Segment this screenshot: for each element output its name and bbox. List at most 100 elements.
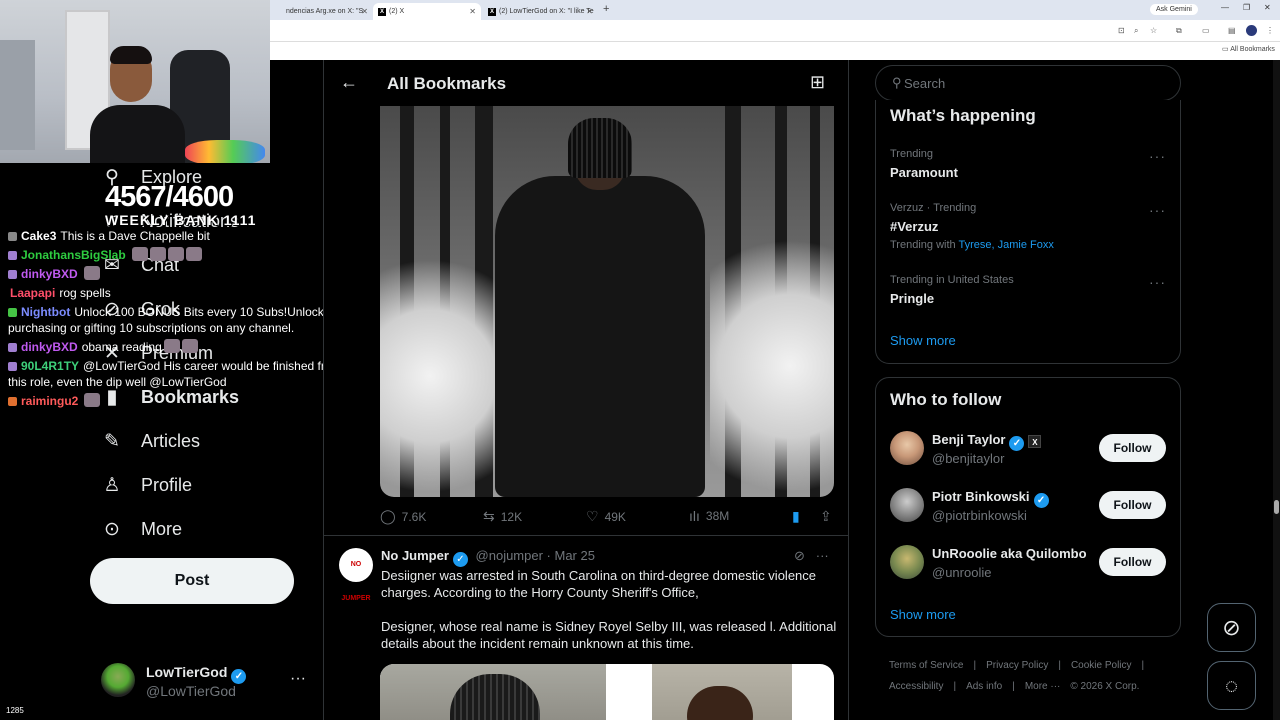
address-bar[interactable] (270, 20, 1280, 42)
share-icon: ⇪ (820, 508, 832, 524)
footer-link[interactable]: Terms of Service (889, 660, 963, 671)
follow-name[interactable]: Piotr Binkowski ✓ (932, 489, 1049, 508)
chat-username: dinkyBXD (21, 340, 78, 354)
browser-tab[interactable]: X (2) LowTierGod on X: "I like Te ✕ (483, 3, 598, 20)
new-tab-button[interactable]: + (603, 3, 609, 15)
chat-text: This is a Dave Chappelle bit (60, 229, 210, 243)
chat-text: rog spells (59, 286, 111, 300)
nav-more[interactable]: ⊙ More (100, 518, 182, 541)
chat-emote-icon (163, 339, 180, 353)
browser-tab-bar: ndencias Arg.xe on X: "S ✕ X (2) X ✕ X (2) L… (270, 0, 1280, 20)
show-more-link[interactable]: Show more (890, 607, 956, 622)
trend-meta: Trending (890, 148, 934, 160)
menu-dots-icon[interactable]: ⋮ (1266, 26, 1274, 35)
tweet-photo[interactable] (380, 664, 834, 720)
avatar[interactable] (890, 488, 924, 522)
trend-name[interactable]: Pringle (890, 291, 934, 306)
close-icon[interactable]: ✕ (469, 7, 476, 16)
close-icon[interactable]: ✕ (361, 7, 368, 16)
nav-label: Profile (141, 475, 193, 495)
chat-fab-button[interactable]: ◌ (1207, 661, 1256, 710)
grok-fab-button[interactable]: ⊘ (1207, 603, 1256, 652)
views-button[interactable]: ılı 38M (689, 508, 729, 524)
more-dots-icon[interactable]: ··· (1149, 202, 1166, 218)
grok-icon[interactable]: ⊘ (794, 548, 805, 563)
avatar[interactable] (101, 663, 135, 697)
browser-tab[interactable]: ndencias Arg.xe on X: "S ✕ (270, 3, 373, 20)
tweet-photo[interactable] (380, 106, 834, 497)
avatar[interactable] (890, 545, 924, 579)
avatar[interactable]: NO JUMPER (339, 548, 373, 602)
more-dots-icon[interactable]: ··· (290, 670, 306, 688)
more-dots-icon[interactable]: ··· (816, 548, 829, 563)
reply-button[interactable]: ◯ 7.6K (380, 508, 426, 525)
post-button[interactable]: Post (90, 558, 294, 604)
scrollbar[interactable] (1273, 60, 1280, 720)
browser-tab-active[interactable]: X (2) X ✕ (373, 3, 481, 20)
follow-name[interactable]: UnRooolie aka Quilombo (932, 546, 1087, 561)
footer-link[interactable]: Ads info (966, 681, 1002, 692)
verified-badge-icon: ✓ (1009, 436, 1025, 451)
install-icon[interactable]: ⊡ (1118, 26, 1125, 35)
trend-meta: Trending in United States (890, 274, 1014, 286)
divider (324, 535, 848, 536)
nav-profile[interactable]: ♙ Profile (100, 474, 192, 497)
follow-button[interactable]: Follow (1099, 434, 1166, 462)
bookmark-folder-add-icon[interactable]: ⊞ (810, 72, 825, 93)
follow-button[interactable]: Follow (1099, 491, 1166, 519)
repost-button[interactable]: ⇆ 12K (483, 508, 522, 525)
star-icon[interactable]: ☆ (1150, 26, 1157, 35)
page-title: All Bookmarks (387, 74, 507, 93)
card-title: What’s happening (890, 106, 1036, 125)
avatar[interactable] (890, 431, 924, 465)
zoom-icon[interactable]: ⌕ (1134, 26, 1138, 36)
follow-button[interactable]: Follow (1099, 548, 1166, 576)
more-dots-icon[interactable]: ··· (1149, 148, 1166, 164)
extension-icon[interactable]: ▤ (1228, 26, 1236, 35)
minimize-icon[interactable]: — (1221, 3, 1229, 12)
bookmark-button[interactable]: ▮ (792, 508, 806, 525)
more-dots-icon[interactable]: ··· (1149, 274, 1166, 290)
nav-articles[interactable]: ✎ Articles (100, 430, 200, 453)
tweet-header: No Jumper ✓ @nojumper · Mar 25 (381, 548, 595, 567)
trend-with-link[interactable]: Tyrese, Jamie Foxx (958, 239, 1053, 251)
footer-more-link[interactable]: More ··· (1025, 681, 1061, 692)
sub-goal-counter: 4567/4600 (105, 181, 234, 213)
tab-label: (2) LowTierGod on X: "I like Te (499, 8, 594, 15)
main-timeline[interactable]: ← All Bookmarks ⊞ ◯ 7.6K ⇆ 12K ♡ 49K ılı 38M… (323, 60, 849, 720)
close-window-icon[interactable]: ✕ (1264, 3, 1271, 12)
footer-link[interactable]: Cookie Policy (1071, 660, 1132, 671)
back-arrow-icon[interactable]: ← (340, 72, 358, 93)
bookmark-filled-icon: ▮ (792, 508, 800, 524)
like-button[interactable]: ♡ 49K (586, 508, 626, 525)
scrollbar-thumb[interactable] (1274, 500, 1279, 514)
profile-avatar-icon[interactable] (1246, 25, 1257, 36)
show-more-link[interactable]: Show more (890, 333, 956, 348)
all-bookmarks-link[interactable]: ▭ All Bookmarks (1222, 45, 1275, 53)
restore-icon[interactable]: ❐ (1243, 3, 1250, 12)
footer-link[interactable]: Accessibility (889, 681, 943, 692)
share-button[interactable]: ⇪ (820, 508, 838, 525)
close-icon[interactable]: ✕ (586, 7, 593, 16)
extensions-icon[interactable]: ⧉ (1176, 26, 1182, 36)
search-input[interactable]: ⚲ Search (875, 65, 1181, 101)
follow-name[interactable]: Benji Taylor ✓ X (932, 432, 1042, 451)
footer-link[interactable]: Privacy Policy (986, 660, 1048, 671)
follow-handle: @benjitaylor (932, 451, 1005, 466)
who-to-follow-card: Who to follow Benji Taylor ✓ X @benjitaylo… (875, 377, 1181, 637)
author-handle[interactable]: @nojumper · Mar 25 (476, 548, 595, 563)
ask-gemini-button[interactable]: Ask Gemini (1150, 4, 1198, 15)
account-handle: @LowTierGod (146, 683, 236, 699)
trend-with-label: Trending with (890, 239, 956, 251)
account-name[interactable]: LowTierGod ✓ (146, 664, 247, 684)
heart-icon: ♡ (586, 508, 599, 524)
sidebar-icon[interactable]: ▭ (1202, 26, 1210, 35)
more-circle-icon: ⊙ (104, 519, 120, 540)
chat-badge-icon (8, 397, 17, 406)
trend-name[interactable]: Paramount (890, 165, 958, 180)
trend-name[interactable]: #Verzuz (890, 219, 938, 234)
author-name[interactable]: No Jumper (381, 548, 449, 563)
tweet-menu: ⊘ ··· (794, 548, 829, 564)
chat-bubble-icon: ◌ (1224, 673, 1239, 698)
chat-text: obama reading (81, 340, 162, 354)
